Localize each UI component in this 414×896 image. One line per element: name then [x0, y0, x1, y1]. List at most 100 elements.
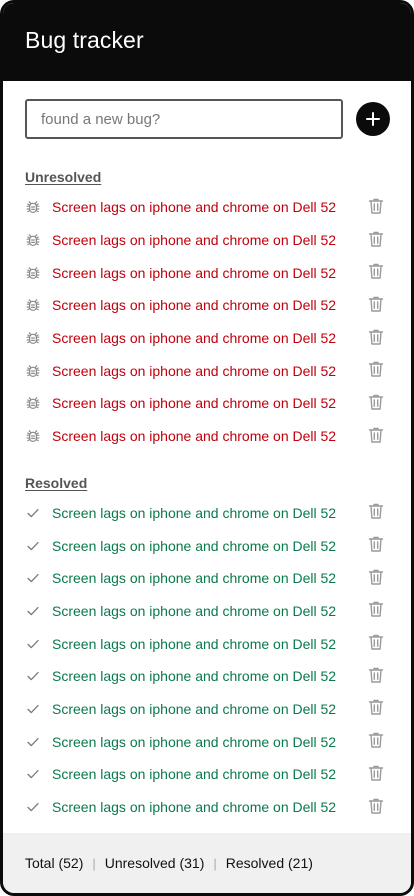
- bug-description[interactable]: Screen lags on iphone and chrome on Dell…: [52, 199, 336, 215]
- bug-icon: [25, 428, 41, 444]
- bug-description[interactable]: Screen lags on iphone and chrome on Dell…: [52, 297, 336, 313]
- bug-description[interactable]: Screen lags on iphone and chrome on Dell…: [52, 505, 336, 521]
- unresolved-list: Screen lags on iphone and chrome on Dell…: [3, 191, 411, 453]
- bug-description[interactable]: Screen lags on iphone and chrome on Dell…: [52, 232, 336, 248]
- bug-icon: [25, 330, 41, 346]
- bug-row: Screen lags on iphone and chrome on Dell…: [3, 224, 411, 257]
- check-icon: [25, 636, 41, 652]
- bug-row: Screen lags on iphone and chrome on Dell…: [3, 354, 411, 387]
- bug-description[interactable]: Screen lags on iphone and chrome on Dell…: [52, 363, 336, 379]
- app-frame: Bug tracker Unresolved Screen lags on ip…: [0, 0, 414, 896]
- delete-bug-button[interactable]: [366, 536, 386, 556]
- delete-bug-button[interactable]: [366, 426, 386, 446]
- bug-description[interactable]: Screen lags on iphone and chrome on Dell…: [52, 395, 336, 411]
- delete-bug-button[interactable]: [366, 263, 386, 283]
- bug-row: Screen lags on iphone and chrome on Dell…: [3, 497, 411, 530]
- bug-icon: [25, 395, 41, 411]
- delete-bug-button[interactable]: [366, 197, 386, 217]
- bug-description[interactable]: Screen lags on iphone and chrome on Dell…: [52, 734, 336, 750]
- add-bug-button[interactable]: [356, 102, 390, 136]
- bug-description[interactable]: Screen lags on iphone and chrome on Dell…: [52, 603, 336, 619]
- bug-row: Screen lags on iphone and chrome on Dell…: [3, 322, 411, 355]
- delete-bug-button[interactable]: [366, 601, 386, 621]
- check-icon: [25, 701, 41, 717]
- bug-description[interactable]: Screen lags on iphone and chrome on Dell…: [52, 330, 336, 346]
- delete-bug-button[interactable]: [366, 230, 386, 250]
- bug-description[interactable]: Screen lags on iphone and chrome on Dell…: [52, 799, 336, 815]
- bug-row: Screen lags on iphone and chrome on Dell…: [3, 562, 411, 595]
- trash-icon: [366, 599, 386, 622]
- trash-icon: [366, 632, 386, 655]
- check-icon: [25, 603, 41, 619]
- bug-description[interactable]: Screen lags on iphone and chrome on Dell…: [52, 636, 336, 652]
- bug-row: Screen lags on iphone and chrome on Dell…: [3, 529, 411, 562]
- check-icon: [25, 505, 41, 521]
- new-bug-row: [25, 99, 411, 139]
- delete-bug-button[interactable]: [366, 295, 386, 315]
- bug-row: Screen lags on iphone and chrome on Dell…: [3, 627, 411, 660]
- delete-bug-button[interactable]: [366, 568, 386, 588]
- bug-row: Screen lags on iphone and chrome on Dell…: [3, 725, 411, 758]
- trash-icon: [366, 567, 386, 590]
- check-icon: [25, 799, 41, 815]
- bug-icon: [25, 297, 41, 313]
- bug-row: Screen lags on iphone and chrome on Dell…: [3, 289, 411, 322]
- bug-icon: [25, 363, 41, 379]
- bug-row: Screen lags on iphone and chrome on Dell…: [3, 191, 411, 224]
- app-title: Bug tracker: [25, 27, 144, 53]
- delete-bug-button[interactable]: [366, 666, 386, 686]
- delete-bug-button[interactable]: [366, 699, 386, 719]
- resolved-list: Screen lags on iphone and chrome on Dell…: [3, 497, 411, 824]
- bug-icon: [25, 232, 41, 248]
- check-icon: [25, 766, 41, 782]
- bug-description[interactable]: Screen lags on iphone and chrome on Dell…: [52, 538, 336, 554]
- delete-bug-button[interactable]: [366, 328, 386, 348]
- bug-row: Screen lags on iphone and chrome on Dell…: [3, 758, 411, 791]
- unresolved-heading: Unresolved: [25, 169, 102, 185]
- check-icon: [25, 734, 41, 750]
- trash-icon: [366, 665, 386, 688]
- new-bug-input[interactable]: [25, 99, 343, 139]
- bug-description[interactable]: Screen lags on iphone and chrome on Dell…: [52, 701, 336, 717]
- check-icon: [25, 570, 41, 586]
- delete-bug-button[interactable]: [366, 361, 386, 381]
- trash-icon: [366, 730, 386, 753]
- trash-icon: [366, 196, 386, 219]
- delete-bug-button[interactable]: [366, 503, 386, 523]
- bug-description[interactable]: Screen lags on iphone and chrome on Dell…: [52, 428, 336, 444]
- footer-separator: |: [92, 855, 96, 871]
- bug-row: Screen lags on iphone and chrome on Dell…: [3, 420, 411, 453]
- trash-icon: [366, 294, 386, 317]
- trash-icon: [366, 261, 386, 284]
- summary-footer: Total (52) | Unresolved (31) | Resolved …: [3, 833, 411, 893]
- delete-bug-button[interactable]: [366, 732, 386, 752]
- bug-icon: [25, 199, 41, 215]
- check-icon: [25, 538, 41, 554]
- trash-icon: [366, 327, 386, 350]
- footer-separator: |: [213, 855, 217, 871]
- total-count: Total (52): [25, 855, 84, 871]
- trash-icon: [366, 392, 386, 415]
- bug-row: Screen lags on iphone and chrome on Dell…: [3, 387, 411, 420]
- check-icon: [25, 668, 41, 684]
- trash-icon: [366, 534, 386, 557]
- resolved-count: Resolved (21): [225, 855, 313, 871]
- bug-description[interactable]: Screen lags on iphone and chrome on Dell…: [52, 570, 336, 586]
- bug-row: Screen lags on iphone and chrome on Dell…: [3, 660, 411, 693]
- delete-bug-button[interactable]: [366, 634, 386, 654]
- bug-description[interactable]: Screen lags on iphone and chrome on Dell…: [52, 668, 336, 684]
- bug-icon: [25, 265, 41, 281]
- bug-row: Screen lags on iphone and chrome on Dell…: [3, 256, 411, 289]
- delete-bug-button[interactable]: [366, 797, 386, 817]
- bug-row: Screen lags on iphone and chrome on Dell…: [3, 791, 411, 824]
- bug-row: Screen lags on iphone and chrome on Dell…: [3, 693, 411, 726]
- bug-description[interactable]: Screen lags on iphone and chrome on Dell…: [52, 265, 336, 281]
- bug-row: Screen lags on iphone and chrome on Dell…: [3, 595, 411, 628]
- delete-bug-button[interactable]: [366, 393, 386, 413]
- delete-bug-button[interactable]: [366, 764, 386, 784]
- trash-icon: [366, 359, 386, 382]
- trash-icon: [366, 425, 386, 448]
- trash-icon: [366, 697, 386, 720]
- bug-description[interactable]: Screen lags on iphone and chrome on Dell…: [52, 766, 336, 782]
- trash-icon: [366, 229, 386, 252]
